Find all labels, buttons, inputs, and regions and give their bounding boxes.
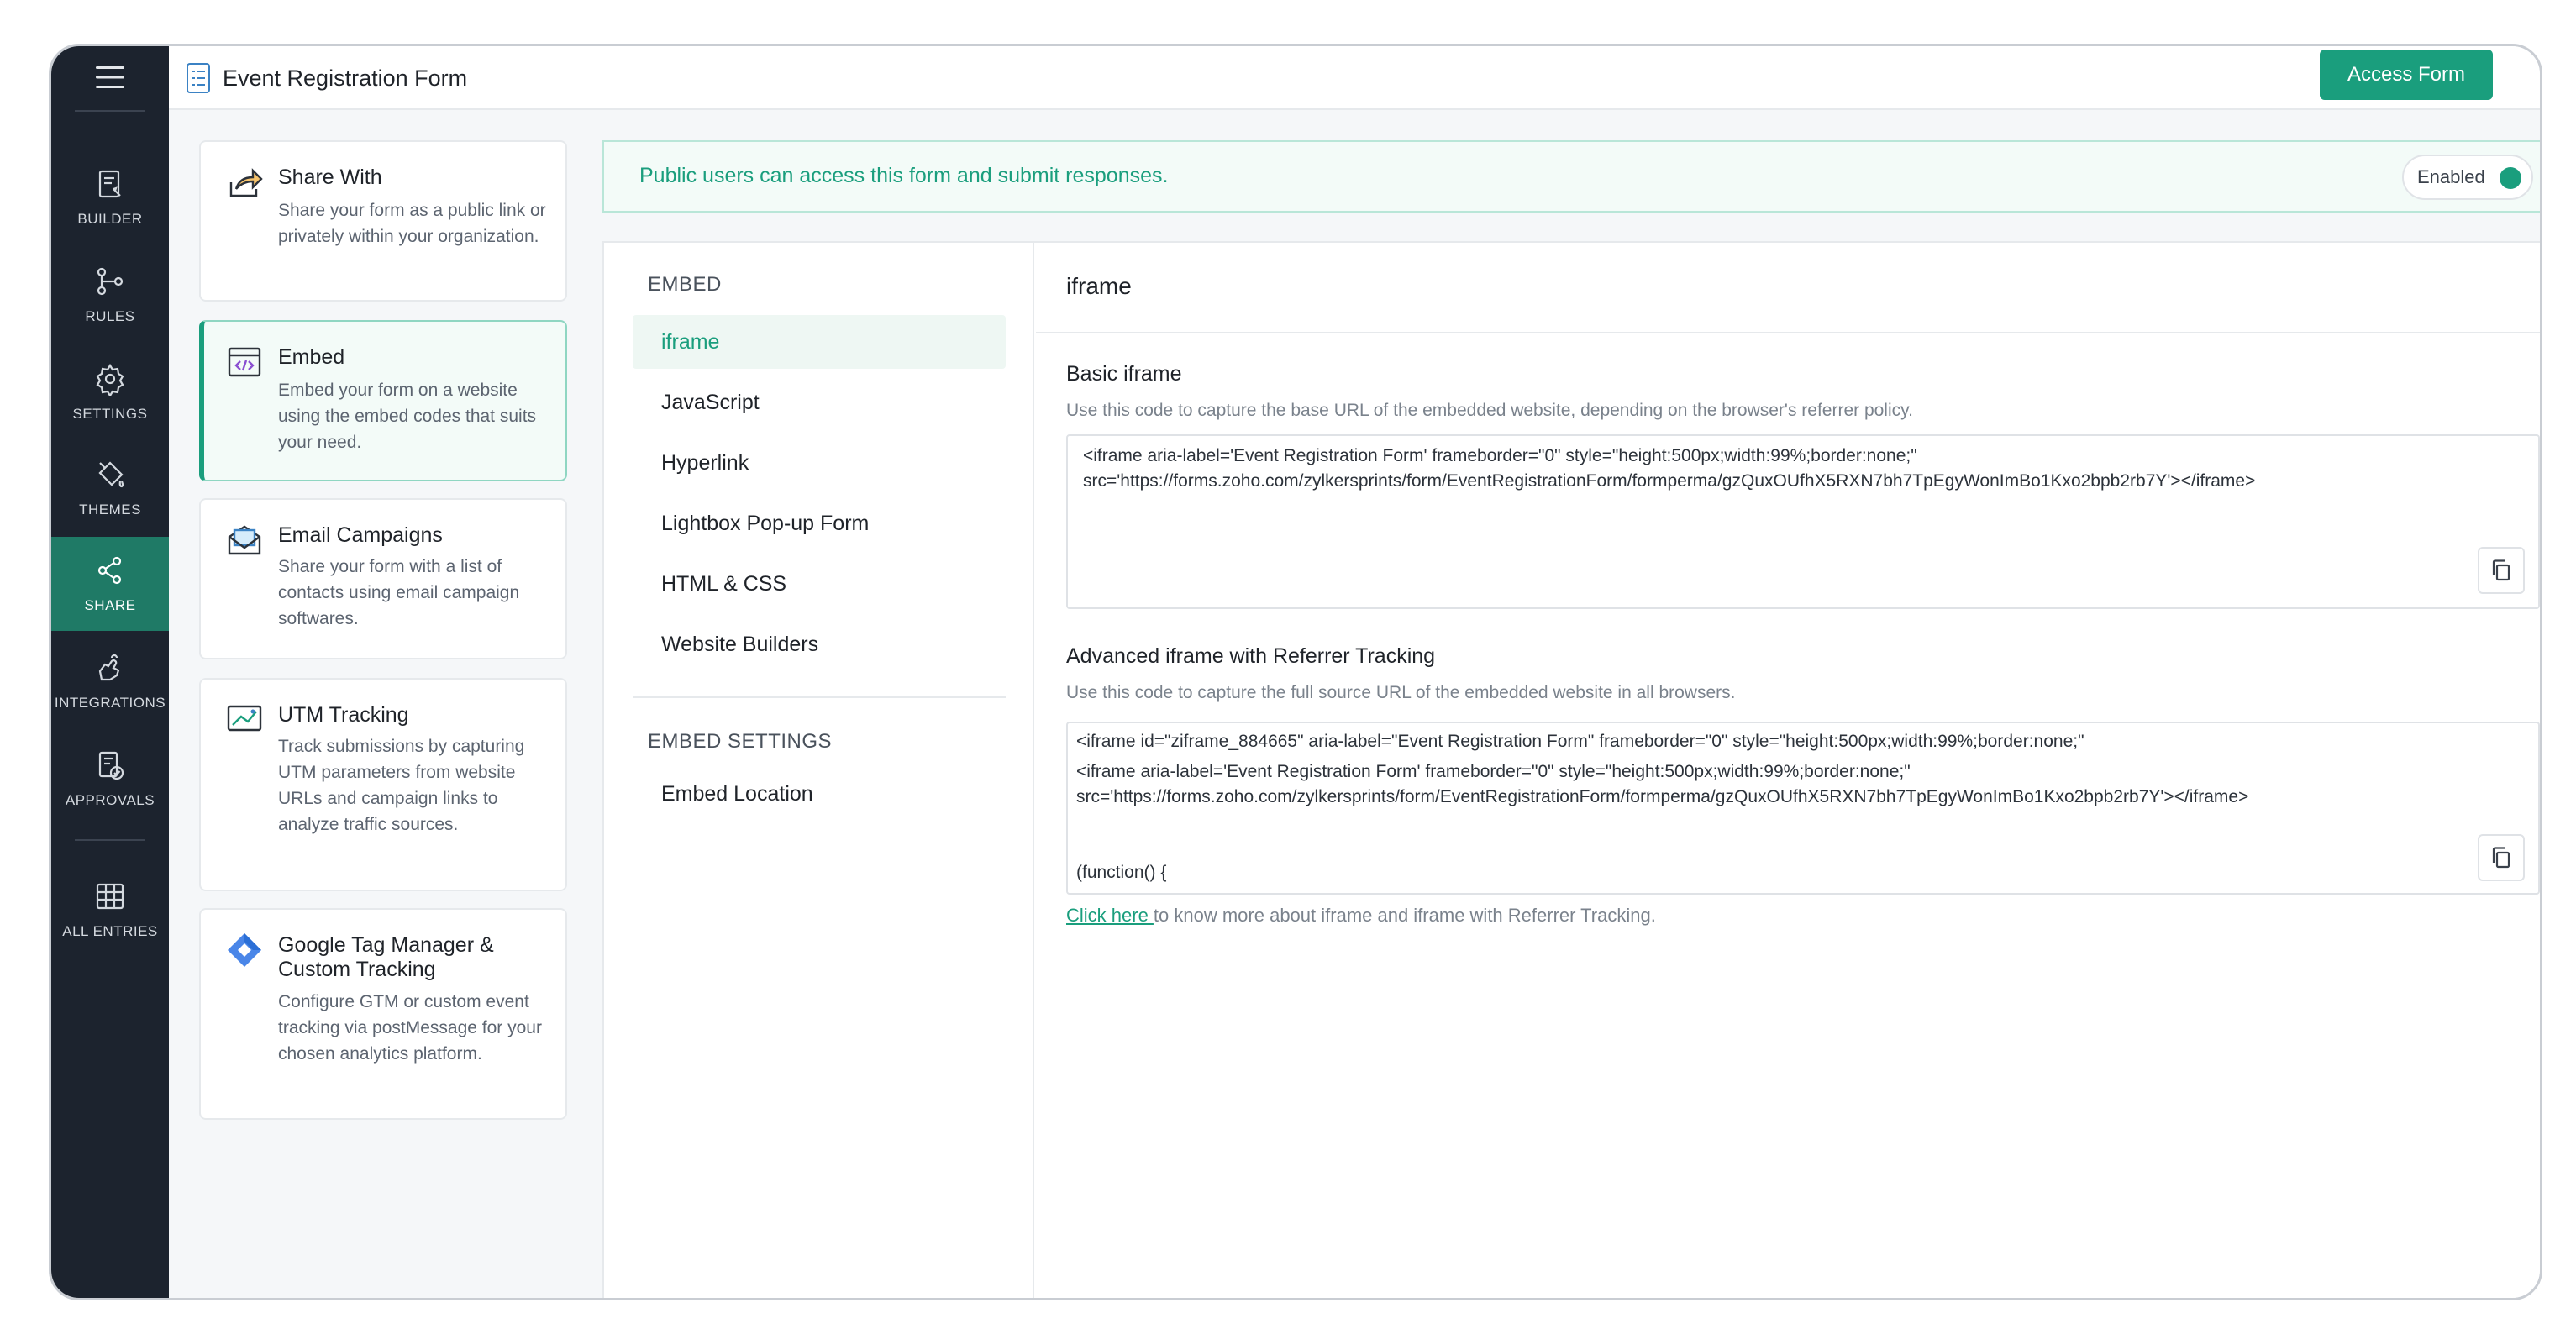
embed-nav-item-lightbox[interactable]: Lightbox Pop-up Form bbox=[633, 496, 1006, 550]
rail-item-label: APPROVALS bbox=[65, 792, 155, 808]
card-description: Track submissions by capturing UTM param… bbox=[278, 737, 525, 834]
embed-nav-item-html-css[interactable]: HTML & CSS bbox=[633, 557, 1006, 611]
gear-icon bbox=[96, 363, 124, 396]
help-line: Click here to know more about iframe and… bbox=[1066, 905, 1656, 927]
embed-nav-item-embed-location[interactable]: Embed Location bbox=[633, 767, 1006, 821]
share-option-share-with[interactable]: Share With Share your form as a public l… bbox=[199, 140, 567, 302]
click-here-link[interactable]: Click here bbox=[1066, 905, 1154, 926]
basic-iframe-title: Basic iframe bbox=[1066, 362, 1182, 386]
toggle-knob bbox=[2500, 167, 2521, 189]
public-access-banner: Public users can access this form and su… bbox=[602, 140, 2540, 213]
rail-item-settings[interactable]: SETTINGS bbox=[51, 345, 169, 439]
card-description: Share your form with a list of contacts … bbox=[278, 557, 520, 628]
code-line: (function() { bbox=[1076, 863, 1167, 882]
rail-item-label: THEMES bbox=[79, 502, 141, 517]
embed-nav-item-website-builders[interactable]: Website Builders bbox=[633, 617, 1006, 671]
share-option-embed[interactable]: Embed Embed your form on a website using… bbox=[199, 320, 567, 481]
embed-nav-heading: EMBED bbox=[648, 273, 722, 296]
code-line: src='https://forms.zoho.com/zylkersprint… bbox=[1083, 471, 2256, 491]
embed-nav: EMBED iframe JavaScript Hyperlink Lightb… bbox=[604, 243, 1034, 1298]
basic-iframe-description: Use this code to capture the base URL of… bbox=[1066, 401, 1913, 420]
code-line: src='https://forms.zoho.com/zylkersprint… bbox=[1076, 787, 2249, 806]
left-rail: BUILDER RULES SETTINGS THEMES SHARE INTE… bbox=[51, 46, 169, 1298]
approval-icon bbox=[98, 751, 124, 780]
form-title: Event Registration Form bbox=[223, 65, 468, 91]
rail-item-label: RULES bbox=[85, 308, 135, 324]
share-option-email-campaigns[interactable]: Email Campaigns Share your form with a l… bbox=[199, 498, 567, 659]
rail-item-rules[interactable]: RULES bbox=[51, 248, 169, 342]
basic-iframe-code-box[interactable]: <iframe aria-label='Event Registration F… bbox=[1066, 434, 2540, 609]
rail-divider bbox=[75, 110, 145, 112]
email-icon bbox=[228, 525, 261, 555]
embed-settings-heading: EMBED SETTINGS bbox=[648, 730, 833, 753]
embed-nav-divider bbox=[633, 696, 1006, 698]
copy-basic-code-button[interactable] bbox=[2478, 547, 2525, 594]
rules-icon bbox=[97, 267, 124, 296]
form-title-area: Event Registration Form bbox=[186, 60, 467, 97]
rail-item-label: SETTINGS bbox=[72, 406, 148, 422]
form-document-icon bbox=[187, 63, 210, 93]
hamburger-menu-button[interactable] bbox=[51, 46, 169, 108]
advanced-iframe-code-box[interactable]: <iframe id="ziframe_884665" aria-label="… bbox=[1066, 722, 2540, 895]
hamburger-icon bbox=[96, 66, 124, 88]
copy-icon bbox=[2492, 559, 2510, 581]
paint-bucket-icon bbox=[98, 461, 124, 488]
embed-nav-item-iframe[interactable]: iframe bbox=[633, 315, 1006, 369]
rail-item-share[interactable]: SHARE bbox=[51, 537, 169, 631]
embed-content: iframe Basic iframe Use this code to cap… bbox=[1036, 243, 2540, 1298]
copy-advanced-code-button[interactable] bbox=[2478, 834, 2525, 881]
share-arrow-icon bbox=[229, 168, 263, 197]
help-text: to know more about iframe and iframe wit… bbox=[1153, 905, 1656, 926]
rail-item-label: BUILDER bbox=[77, 211, 143, 227]
card-title: Embed bbox=[278, 345, 345, 369]
app-window: BUILDER RULES SETTINGS THEMES SHARE INTE… bbox=[49, 44, 2542, 1300]
puzzle-icon bbox=[98, 654, 120, 681]
rail-item-approvals[interactable]: APPROVALS bbox=[51, 732, 169, 826]
content-title: iframe bbox=[1066, 273, 1132, 299]
chart-image-icon bbox=[227, 705, 262, 732]
code-line: <iframe aria-label='Event Registration F… bbox=[1076, 762, 1911, 781]
rail-item-all-entries[interactable]: ALL ENTRIES bbox=[51, 863, 169, 957]
card-description: Embed your form on a website using the e… bbox=[278, 381, 537, 452]
share-option-utm-tracking[interactable]: UTM Tracking Track submissions by captur… bbox=[199, 678, 567, 891]
code-line: <iframe aria-label='Event Registration F… bbox=[1083, 446, 1917, 465]
table-icon bbox=[96, 883, 124, 910]
code-line: <iframe id="ziframe_884665" aria-label="… bbox=[1076, 732, 2084, 751]
card-title: Email Campaigns bbox=[278, 523, 443, 547]
share-option-gtm-tracking[interactable]: Google Tag Manager & Custom Tracking Con… bbox=[199, 908, 567, 1120]
banner-text: Public users can access this form and su… bbox=[639, 164, 1169, 187]
rail-item-integrations[interactable]: INTEGRATIONS bbox=[51, 634, 169, 728]
embed-panel: EMBED iframe JavaScript Hyperlink Lightb… bbox=[602, 241, 2540, 1298]
card-title: Google Tag Manager & Custom Tracking bbox=[278, 933, 494, 981]
advanced-iframe-title: Advanced iframe with Referrer Tracking bbox=[1066, 644, 1436, 668]
embed-nav-item-javascript[interactable]: JavaScript bbox=[633, 376, 1006, 429]
embed-nav-item-hyperlink[interactable]: Hyperlink bbox=[633, 436, 1006, 490]
card-title: UTM Tracking bbox=[278, 703, 409, 727]
content-header: iframe bbox=[1036, 243, 2540, 334]
rail-item-label: INTEGRATIONS bbox=[54, 695, 166, 711]
toggle-label: Enabled bbox=[2417, 166, 2485, 187]
rail-divider bbox=[75, 839, 145, 841]
rail-item-label: SHARE bbox=[84, 597, 136, 613]
card-description: Share your form as a public link or priv… bbox=[278, 201, 546, 246]
code-icon bbox=[228, 347, 261, 377]
card-title: Share With bbox=[278, 165, 382, 189]
public-access-toggle[interactable]: Enabled bbox=[2402, 155, 2533, 200]
top-bar: Event Registration Form Access Form bbox=[169, 46, 2540, 110]
access-form-button[interactable]: Access Form bbox=[2320, 50, 2493, 100]
rail-item-themes[interactable]: THEMES bbox=[51, 441, 169, 535]
advanced-iframe-description: Use this code to capture the full source… bbox=[1066, 683, 1736, 702]
share-icon bbox=[97, 556, 122, 585]
rail-item-label: ALL ENTRIES bbox=[62, 923, 158, 939]
rail-item-builder[interactable]: BUILDER bbox=[51, 150, 169, 244]
copy-icon bbox=[2492, 847, 2510, 869]
gtm-diamond-icon bbox=[228, 933, 261, 967]
card-description: Configure GTM or custom event tracking v… bbox=[278, 992, 542, 1064]
builder-icon bbox=[98, 170, 121, 198]
